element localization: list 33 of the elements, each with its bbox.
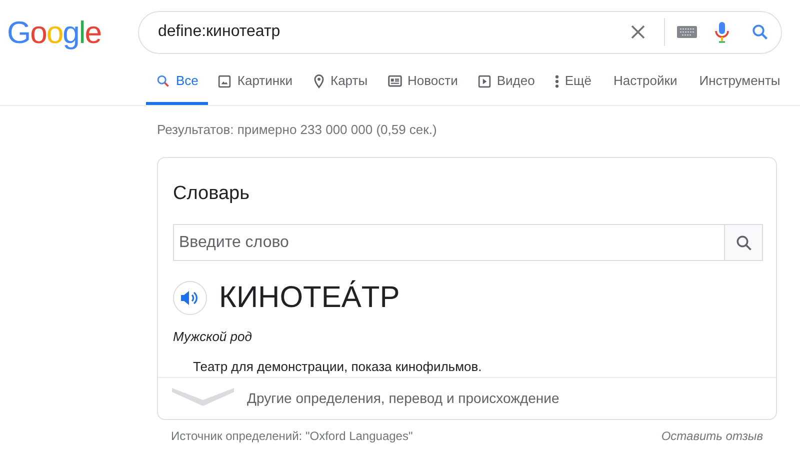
card-title: Словарь — [173, 182, 251, 206]
google-logo[interactable]: Google — [0, 16, 138, 48]
search-input[interactable]: define:кинотеатр — [158, 20, 630, 44]
search-button[interactable] — [725, 224, 763, 261]
search-tab[interactable]: Новости — [378, 60, 468, 105]
feedback-link[interactable]: Оставить отзыв — [661, 426, 763, 444]
search-icon — [734, 234, 752, 252]
pronunciation-button[interactable] — [173, 281, 207, 315]
dots-icon — [554, 74, 559, 88]
search-field[interactable]: define:кинотеатр — [138, 10, 782, 54]
microphone-icon[interactable] — [715, 22, 729, 42]
search-icon[interactable] — [751, 23, 769, 41]
close-icon[interactable] — [630, 24, 646, 40]
map-pin-icon — [312, 74, 324, 88]
search-tab[interactable]: Настройки — [603, 60, 688, 105]
play-icon — [478, 74, 491, 88]
more-definitions-link[interactable]: Другие определения, перевод и происхождение — [247, 388, 560, 408]
result-stats: Результатов: примерно 233 000 000 (0,59 сек.) — [157, 121, 438, 139]
search-tab[interactable]: Инструменты — [689, 60, 790, 105]
image-icon — [218, 74, 232, 88]
search-tab[interactable]: Ещё — [544, 60, 602, 105]
search-tab[interactable]: Карты — [302, 60, 378, 105]
source-note: Источник определений: "Oxford Languages" — [171, 428, 413, 444]
word-input[interactable]: Введите слово — [174, 225, 724, 260]
search-tab[interactable]: Видео — [468, 60, 545, 105]
definition-text: Театр для демонстрации, показа кинофильмов. — [192, 358, 483, 376]
newspaper-icon — [388, 75, 402, 87]
speaker-icon — [181, 291, 199, 305]
search-tab[interactable]: Все — [146, 60, 208, 105]
keyboard-icon[interactable] — [677, 26, 697, 38]
grammar-label: Мужской род — [173, 328, 253, 346]
search-tab[interactable]: Картинки — [208, 60, 302, 105]
search-icon — [156, 74, 170, 88]
